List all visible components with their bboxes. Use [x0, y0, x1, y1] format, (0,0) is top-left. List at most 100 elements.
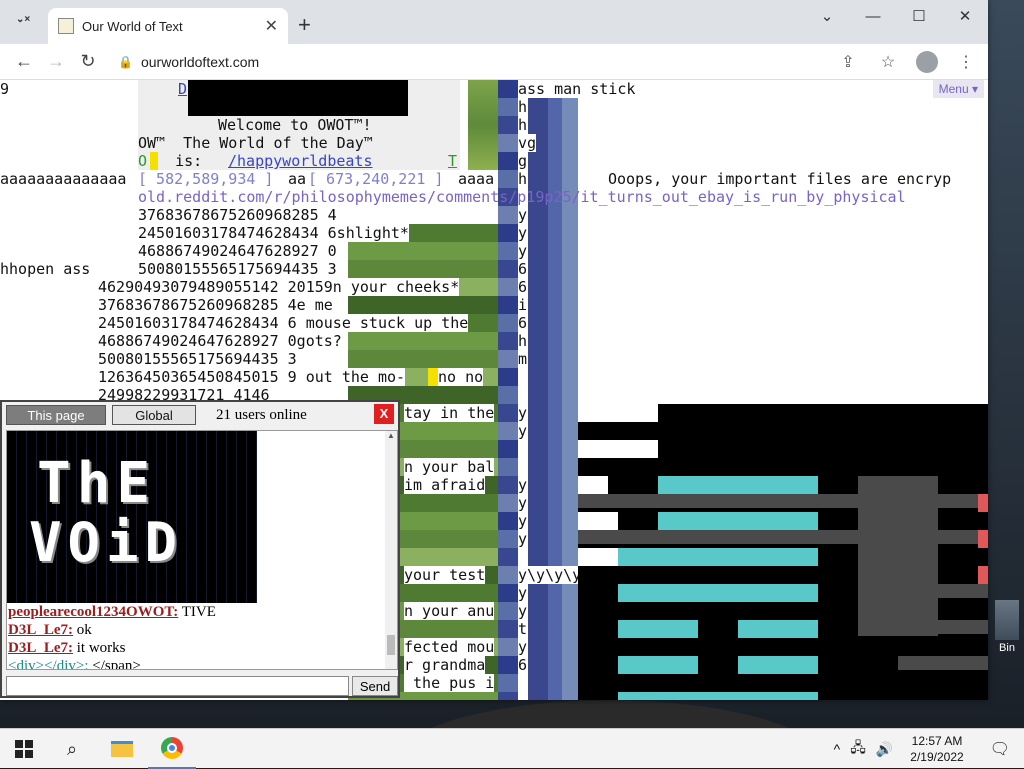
chat-message-text: it works — [73, 640, 126, 656]
right-column-char: h — [518, 116, 528, 134]
taskbar-search-icon[interactable]: ⌕ — [50, 729, 94, 769]
chat-input-row: Send — [6, 676, 398, 696]
right-column-char: y — [518, 224, 528, 242]
chat-message-text: TIVE — [178, 604, 216, 620]
bookmark-star-icon[interactable]: ☆ — [876, 48, 900, 76]
the-void-image: ThE VOiD — [7, 431, 257, 603]
scrollbar-thumb[interactable] — [387, 635, 395, 655]
chat-tab-global[interactable]: Global — [112, 405, 196, 425]
address-bar[interactable]: 🔒 ourworldoftext.com — [108, 48, 908, 76]
teleport-link[interactable]: T — [448, 152, 457, 170]
tab-close-icon[interactable]: ✕ — [265, 16, 278, 36]
tab-search-button[interactable]: ⌄× — [16, 14, 38, 32]
white-bar — [578, 512, 618, 530]
pixel-art-blue-strip-left — [498, 80, 518, 700]
red-mark — [978, 494, 988, 512]
right-column-char: y — [518, 602, 528, 620]
text-link-fragment[interactable]: D — [178, 80, 187, 98]
taskbar: ⌕ ^ 🖧 🔊 12:57 AM 2/19/2022 🗨 — [0, 728, 1024, 769]
text-fragment: aaaa — [458, 170, 495, 188]
close-window-button[interactable]: ✕ — [942, 0, 988, 32]
tab-our-world-of-text[interactable]: Our World of Text ✕ — [48, 8, 288, 44]
chat-message: <div></div>: </span> — [7, 657, 397, 670]
white-bar — [578, 548, 618, 566]
chrome-menu-icon[interactable]: ⋮ — [954, 48, 978, 76]
right-column-char: y — [518, 242, 528, 260]
grey-block — [858, 476, 938, 636]
file-explorer-icon[interactable] — [100, 729, 144, 769]
start-button[interactable] — [0, 729, 48, 769]
lock-icon[interactable]: 🔒 — [118, 55, 133, 69]
black-image-block — [578, 404, 988, 700]
chat-message-username[interactable]: <div></div>: — [8, 658, 89, 669]
middle-text-fragment: im afraid — [404, 476, 486, 494]
chat-scrollbar[interactable]: ▲ — [385, 431, 397, 669]
reddit-url-text[interactable]: old.reddit.com/r/philosophymemes/comment… — [138, 188, 906, 206]
chrome-taskbar-icon[interactable] — [148, 729, 196, 769]
toolbar-actions: ⇪ ☆ ⋮ — [836, 48, 978, 76]
world-of-day-link[interactable]: /happyworldbeats — [228, 152, 373, 170]
right-column-char: i — [518, 296, 528, 314]
right-column-char: y — [518, 404, 528, 422]
text-fragment: 9 — [0, 80, 10, 98]
right-column-char: y — [518, 206, 528, 224]
text-fragment-o: O — [138, 152, 148, 170]
right-column-char: y — [518, 530, 528, 548]
welcome-text: Welcome to OWOT™! — [218, 116, 372, 134]
chat-tab-this-page[interactable]: This page — [6, 405, 106, 425]
chat-log[interactable]: ThE VOiD peoplearecool1234OWOT: TIVE D3L_… — [6, 430, 398, 670]
number-line: 46290493079489055142 20159n your cheeks* — [98, 278, 460, 296]
volume-icon[interactable]: 🔊 — [871, 741, 898, 758]
maximize-button[interactable]: ☐ — [896, 0, 942, 32]
right-column-char: h — [518, 98, 528, 116]
windows-logo-icon — [15, 740, 33, 758]
teal-bar — [618, 548, 818, 566]
window-controls: ⌄ — ☐ ✕ — [804, 0, 988, 32]
number-line: 46886749024647628927 0gots? — [98, 332, 342, 350]
right-column-char: t — [518, 620, 528, 638]
teal-bar — [618, 692, 818, 700]
teal-bar — [618, 620, 698, 638]
minimize-button[interactable]: — — [850, 0, 896, 32]
number-line: 50080155565175694435 3 — [98, 350, 297, 368]
back-button[interactable]: ← — [8, 48, 40, 76]
recycle-bin-shortcut[interactable]: Bin — [990, 600, 1024, 654]
clock-date: 2/19/2022 — [910, 750, 964, 764]
yellow-cursor-mark-2 — [428, 368, 438, 386]
right-column-char: h — [518, 332, 528, 350]
share-icon[interactable]: ⇪ — [836, 48, 860, 76]
grey-bar — [898, 620, 988, 634]
chat-close-button[interactable]: X — [374, 404, 394, 424]
right-column-char: y — [518, 638, 528, 656]
grey-bar — [898, 656, 988, 670]
chat-message-input[interactable] — [6, 676, 350, 696]
right-column-char: h — [518, 170, 528, 188]
chat-message: peoplearecool1234OWOT: TIVE — [7, 603, 397, 621]
chat-message-username[interactable]: D3L_Le7: — [8, 622, 73, 638]
chat-message-username[interactable]: peoplearecool1234OWOT: — [8, 604, 178, 620]
tray-overflow-icon[interactable]: ^ — [829, 741, 846, 757]
text-fragment: aaaaaaaaaaaaaa — [0, 170, 127, 188]
middle-text-fragment: tay in the — [404, 404, 495, 422]
new-tab-button[interactable]: + — [298, 12, 311, 38]
grey-bar — [858, 584, 988, 598]
chat-send-button[interactable]: Send — [352, 676, 398, 696]
teal-bar — [658, 512, 818, 530]
network-icon[interactable]: 🖧 — [845, 737, 871, 761]
reload-button[interactable]: ↻ — [72, 48, 104, 76]
right-column-char: y — [518, 422, 528, 440]
right-column-char: g — [518, 152, 528, 170]
notifications-icon[interactable]: 🗨 — [976, 739, 1024, 759]
owot-menu-button[interactable]: Menu ▾ — [932, 80, 984, 98]
red-mark — [978, 566, 988, 584]
chat-message-username[interactable]: D3L_Le7: — [8, 640, 73, 656]
forward-button[interactable]: → — [40, 48, 72, 76]
profile-avatar-icon[interactable] — [916, 51, 938, 73]
tab-list-dropdown-icon[interactable]: ⌄ — [804, 0, 850, 32]
scroll-up-icon[interactable]: ▲ — [385, 431, 397, 440]
clock[interactable]: 12:57 AM 2/19/2022 — [898, 733, 975, 765]
chat-message-text: </span> — [88, 658, 141, 670]
right-column-char: y — [518, 476, 528, 494]
system-tray: ^ 🖧 🔊 12:57 AM 2/19/2022 🗨 — [829, 729, 1024, 769]
right-column-char: y — [518, 494, 528, 512]
